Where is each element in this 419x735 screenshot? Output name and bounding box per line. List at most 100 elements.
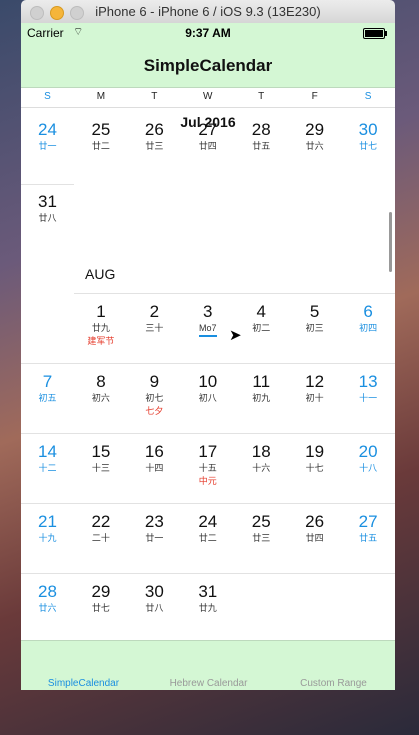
calendar-scroll-view[interactable]: Jul 2016 AUG ➤ 24 廿一 25 廿二 26 廿三 27 廿四 28 廿五 29 廿六 3… xyxy=(21,108,395,640)
lunar-date: 廿二 xyxy=(198,533,217,543)
day-number: 30 xyxy=(144,582,164,601)
scrollbar[interactable] xyxy=(389,212,392,272)
lunar-date: 廿五 xyxy=(252,141,271,151)
lunar-date: 初二 xyxy=(252,323,271,333)
calendar-day[interactable]: 6 初四 xyxy=(342,302,395,334)
today-underline xyxy=(198,335,217,337)
day-number: 24 xyxy=(198,512,218,531)
month-label-aug: AUG xyxy=(85,266,116,282)
battery-icon xyxy=(363,28,387,39)
day-number: 1 xyxy=(96,302,106,321)
festival-label: 建军节 xyxy=(87,336,115,346)
day-number: 14 xyxy=(38,442,57,461)
calendar-day[interactable]: 4 初二 xyxy=(235,302,288,334)
calendar-day[interactable]: 5 初三 xyxy=(288,302,341,334)
day-number: 28 xyxy=(251,120,271,139)
calendar-day[interactable]: 18 十六 xyxy=(235,442,288,474)
tab-item[interactable]: SimpleCalendar xyxy=(21,678,146,689)
day-number: 9 xyxy=(149,372,160,391)
calendar-day[interactable]: 7 初五 xyxy=(21,372,74,404)
day-number: 23 xyxy=(144,512,164,531)
row-divider xyxy=(21,573,235,574)
day-number: 31 xyxy=(38,192,57,211)
calendar-day[interactable]: 10 初八 xyxy=(181,372,234,404)
day-number: 30 xyxy=(358,120,378,139)
day-number: 3 xyxy=(203,302,213,321)
calendar-day[interactable]: 25 廿二 xyxy=(74,120,127,152)
festival-label: 七夕 xyxy=(145,406,164,416)
lunar-date: 廿九 xyxy=(198,603,217,613)
calendar-day[interactable]: 29 廿六 xyxy=(288,120,341,152)
calendar-day[interactable]: 30 廿八 xyxy=(128,582,181,614)
calendar-day[interactable]: 27 廿五 xyxy=(342,512,395,544)
calendar-day[interactable]: 31 廿九 xyxy=(181,582,234,614)
calendar-day[interactable]: 19 十七 xyxy=(288,442,341,474)
lunar-date: 十一 xyxy=(359,393,378,403)
calendar-day[interactable]: 31 廿八 xyxy=(21,192,74,224)
day-number: 28 xyxy=(38,582,57,601)
lunar-date: 廿三 xyxy=(145,141,164,151)
tab-item[interactable]: Custom Range xyxy=(271,678,395,689)
lunar-date: 初七 xyxy=(145,393,164,403)
weekday-label: T xyxy=(258,91,265,102)
calendar-day[interactable]: 14 十二 xyxy=(21,442,74,474)
row-divider xyxy=(21,363,395,364)
calendar-day[interactable]: 26 廿四 xyxy=(288,512,341,544)
calendar-day[interactable]: 27 廿四 xyxy=(181,120,234,152)
lunar-date: 廿五 xyxy=(359,533,378,543)
lunar-date: Mo7 xyxy=(199,323,217,333)
lunar-date: 初六 xyxy=(91,393,110,403)
calendar-day[interactable]: 17 十五 中元 xyxy=(181,442,234,488)
lunar-date: 二十 xyxy=(91,533,110,543)
calendar-day[interactable]: 23 廿一 xyxy=(128,512,181,544)
calendar-day[interactable]: 24 廿一 xyxy=(21,120,74,152)
calendar-day[interactable]: 12 初十 xyxy=(288,372,341,404)
weekday-label: T xyxy=(151,91,158,102)
calendar-day[interactable]: 29 廿七 xyxy=(74,582,127,614)
calendar-day[interactable]: 1 廿九 建军节 xyxy=(74,302,127,348)
calendar-day[interactable]: 28 廿五 xyxy=(235,120,288,152)
weekday-label: W xyxy=(203,91,213,102)
day-number: 15 xyxy=(91,442,111,461)
lunar-date: 十四 xyxy=(145,463,164,473)
day-number: 11 xyxy=(252,372,271,391)
calendar-day[interactable]: 26 廿三 xyxy=(128,120,181,152)
calendar-day[interactable]: 30 廿七 xyxy=(342,120,395,152)
day-number: 5 xyxy=(309,302,320,321)
calendar-day[interactable]: 24 廿二 xyxy=(181,512,234,544)
lunar-date: 初九 xyxy=(252,393,271,403)
weekday-label: S xyxy=(364,91,372,102)
row-divider xyxy=(21,433,395,434)
lunar-date: 廿二 xyxy=(91,141,110,151)
calendar-day[interactable]: 8 初六 xyxy=(74,372,127,404)
calendar-day[interactable]: 25 廿三 xyxy=(235,512,288,544)
calendar-day[interactable]: 13 十一 xyxy=(342,372,395,404)
calendar-day[interactable]: 28 廿六 xyxy=(21,582,74,614)
calendar-day[interactable]: 22 二十 xyxy=(74,512,127,544)
lunar-date: 初五 xyxy=(38,393,57,403)
day-number: 26 xyxy=(305,512,325,531)
calendar-day[interactable]: 16 十四 xyxy=(128,442,181,474)
status-time: 9:37 AM xyxy=(185,26,231,40)
calendar-day[interactable]: 11 初九 xyxy=(235,372,288,404)
lunar-date: 十三 xyxy=(91,463,110,473)
calendar-day[interactable]: 9 初七七夕 xyxy=(128,372,181,418)
lunar-date: 廿六 xyxy=(305,141,324,151)
calendar-day[interactable]: 3 Mo7 xyxy=(181,302,234,337)
tab-item[interactable]: Hebrew Calendar xyxy=(146,678,271,689)
lunar-date: 初四 xyxy=(359,323,378,333)
day-number: 20 xyxy=(358,442,378,461)
day-number: 29 xyxy=(91,582,111,601)
weekday-header: SMTWTFS xyxy=(21,88,395,108)
calendar-day[interactable]: 21 十九 xyxy=(21,512,74,544)
lunar-date: 廿八 xyxy=(145,603,164,613)
row-divider xyxy=(21,184,75,185)
calendar-day[interactable]: 15 十三 xyxy=(74,442,127,474)
lunar-date: 廿七 xyxy=(91,603,110,613)
calendar-day[interactable]: 20 十八 xyxy=(342,442,395,474)
day-number: 7 xyxy=(42,372,53,391)
calendar-day[interactable]: 2 三十 xyxy=(128,302,181,334)
lunar-date: 廿八 xyxy=(38,213,57,223)
day-number: 31 xyxy=(198,582,218,601)
simulator-titlebar: iPhone 6 - iPhone 6 / iOS 9.3 (13E230) xyxy=(21,0,395,24)
